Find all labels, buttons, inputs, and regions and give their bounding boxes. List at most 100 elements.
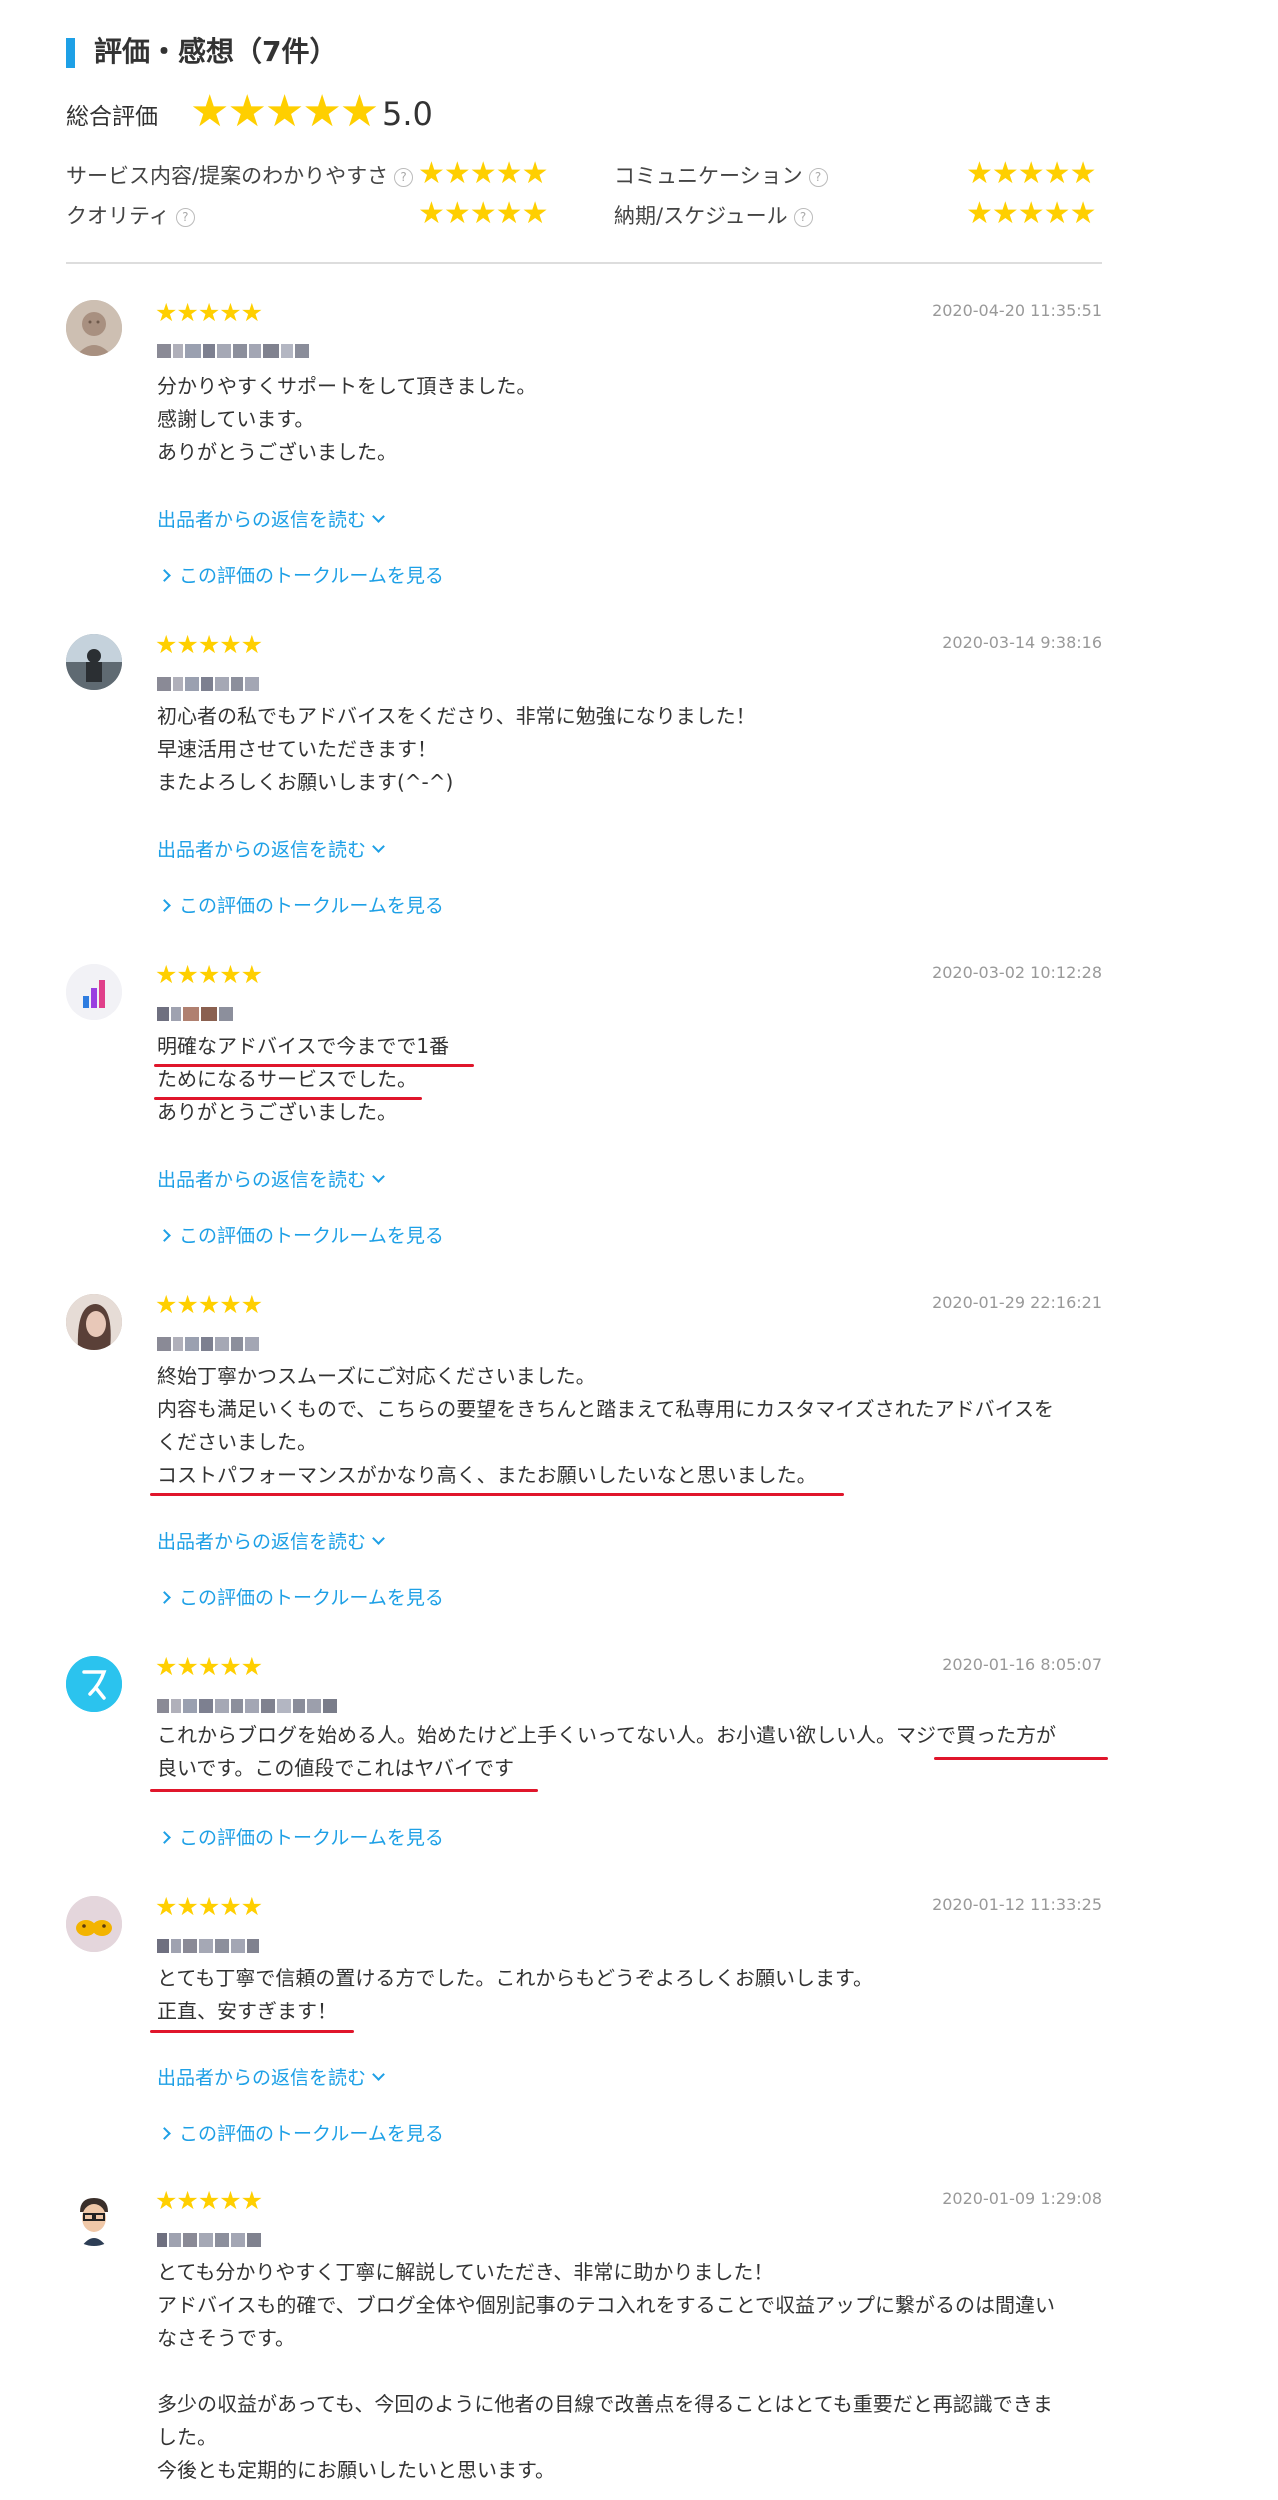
avatar[interactable]	[66, 1896, 122, 1952]
reviewer-name-blurred[interactable]	[157, 1337, 259, 1351]
link-label: 出品者からの返信を読む	[157, 1169, 367, 1191]
highlight-underline	[154, 1064, 474, 1067]
bar-chart-icon	[66, 964, 122, 1020]
talkroom-link[interactable]: この評価のトークルームを見る	[158, 892, 444, 920]
review-stars: ★★★★★	[155, 1290, 263, 1319]
reviewer-name-blurred[interactable]	[157, 677, 259, 691]
chevron-right-icon	[158, 1229, 171, 1242]
highlight-underline	[150, 1789, 538, 1792]
overall-score: 5.0	[382, 95, 433, 133]
highlight-underline	[150, 2030, 354, 2033]
criteria-text: コミュニケーション	[614, 164, 803, 188]
criteria-text: クオリティ	[66, 204, 170, 228]
review-text: 初心者の私でもアドバイスをくださり、非常に勉強になりました！ 早速活用させていた…	[157, 704, 756, 794]
link-label: 出品者からの返信を読む	[157, 839, 367, 861]
section-title: 評価・感想（7件）	[94, 35, 338, 68]
criteria-label-schedule: 納期/スケジュール?	[614, 200, 813, 232]
read-reply-link[interactable]: 出品者からの返信を読む	[157, 836, 385, 864]
reviews-section: 評価・感想（7件） 総合評価 ★★★★★ 5.0 サービス内容/提案のわかりやす…	[0, 0, 1278, 2500]
review-text: 分かりやすくサポートをして頂きました。 感謝しています。 ありがとうございました…	[157, 374, 537, 464]
chevron-right-icon	[158, 899, 171, 912]
chevron-down-icon	[372, 1532, 385, 1545]
help-icon[interactable]: ?	[394, 168, 414, 187]
chevron-right-icon	[158, 569, 171, 582]
review-stars: ★★★★★	[155, 630, 263, 659]
review-text: とても丁寧で信頼の置ける方でした。これからもどうぞよろしくお願いします。 正直、…	[157, 1966, 873, 2023]
read-reply-link[interactable]: 出品者からの返信を読む	[157, 506, 385, 534]
help-icon[interactable]: ?	[808, 168, 828, 187]
review-text: 明確なアドバイスで今までで1番 ためになるサービスでした。 ありがとうございまし…	[157, 1034, 450, 1124]
reviewer-name-blurred[interactable]	[157, 1007, 233, 1021]
talkroom-link[interactable]: この評価のトークルームを見る	[158, 1222, 444, 1250]
criteria-text: サービス内容/提案のわかりやすさ	[66, 164, 389, 188]
link-label: 出品者からの返信を読む	[157, 1531, 367, 1553]
criteria-stars-schedule: ★★★★★	[966, 196, 1096, 231]
criteria-label-quality: クオリティ?	[66, 200, 195, 232]
reviewer-name-blurred[interactable]	[157, 2233, 261, 2247]
help-icon[interactable]: ?	[175, 208, 195, 227]
highlight-underline	[154, 1097, 422, 1100]
review-date: 2020-04-20 11:35:51	[932, 301, 1102, 320]
review-text: 終始丁寧かつスムーズにご対応くださいました。 内容も満足いくもので、こちらの要望…	[157, 1364, 1054, 1487]
divider	[66, 262, 1102, 264]
reviewer-name-blurred[interactable]	[157, 1939, 259, 1953]
read-reply-link[interactable]: 出品者からの返信を読む	[157, 2064, 385, 2092]
review-date: 2020-01-29 22:16:21	[932, 1293, 1102, 1312]
review-stars: ★★★★★	[155, 1652, 263, 1681]
review-stars: ★★★★★	[155, 298, 263, 327]
chevron-down-icon	[372, 1170, 385, 1183]
link-label: 出品者からの返信を読む	[157, 2067, 367, 2089]
criteria-stars-clarity: ★★★★★	[418, 156, 548, 191]
criteria-stars-quality: ★★★★★	[418, 196, 548, 231]
chevron-down-icon	[372, 2068, 385, 2081]
chevron-down-icon	[372, 510, 385, 523]
chevron-down-icon	[372, 840, 385, 853]
reviewer-name-blurred[interactable]	[157, 344, 309, 358]
overall-star-rating: ★★★★★	[190, 86, 379, 137]
talkroom-link[interactable]: この評価のトークルームを見る	[158, 2120, 444, 2148]
read-reply-link[interactable]: 出品者からの返信を読む	[157, 1528, 385, 1556]
review-text: とても分かりやすく丁寧に解説していただき、非常に助かりました！ アドバイスも的確…	[157, 2260, 1055, 2482]
avatar-illustration-icon	[66, 2190, 122, 2246]
chevron-right-icon	[158, 1831, 171, 1844]
avatar[interactable]	[66, 300, 122, 356]
criteria-label-communication: コミュニケーション?	[614, 160, 828, 192]
avatar-face-icon	[66, 300, 122, 356]
review-text: これからブログを始める人。始めたけど上手くいってない人。お小遣い欲しい人。マジで…	[157, 1723, 1056, 1780]
link-label: 出品者からの返信を読む	[157, 509, 367, 531]
avatar-photo-icon	[66, 1294, 122, 1350]
reviewer-name-blurred[interactable]	[157, 1699, 337, 1713]
chevron-right-icon	[158, 1591, 171, 1604]
avatar[interactable]	[66, 1294, 122, 1350]
criteria-text: 納期/スケジュール	[614, 204, 788, 228]
highlight-underline	[934, 1757, 1108, 1760]
review-stars: ★★★★★	[155, 1892, 263, 1921]
review-date: 2020-01-09 1:29:08	[942, 2189, 1102, 2208]
review-date: 2020-03-14 9:38:16	[942, 633, 1102, 652]
link-label: この評価のトークルームを見る	[179, 2123, 444, 2145]
review-date: 2020-01-12 11:33:25	[932, 1895, 1102, 1914]
link-label: この評価のトークルームを見る	[179, 1827, 444, 1849]
avatar[interactable]	[66, 1656, 122, 1712]
highlight-underline	[150, 1493, 844, 1496]
read-reply-link[interactable]: 出品者からの返信を読む	[157, 1166, 385, 1194]
criteria-stars-communication: ★★★★★	[966, 156, 1096, 191]
review-stars: ★★★★★	[155, 2186, 263, 2215]
title-accent-bar	[66, 38, 75, 68]
avatar-illustration-icon	[66, 1896, 122, 1952]
review-date: 2020-03-02 10:12:28	[932, 963, 1102, 982]
avatar[interactable]	[66, 964, 122, 1020]
avatar[interactable]	[66, 2190, 122, 2246]
talkroom-link[interactable]: この評価のトークルームを見る	[158, 562, 444, 590]
avatar[interactable]	[66, 634, 122, 690]
link-label: この評価のトークルームを見る	[179, 1225, 444, 1247]
link-label: この評価のトークルームを見る	[179, 895, 444, 917]
help-icon[interactable]: ?	[793, 208, 813, 227]
overall-rating-label: 総合評価	[66, 104, 158, 130]
link-label: この評価のトークルームを見る	[179, 1587, 444, 1609]
letter-avatar-icon	[66, 1656, 122, 1712]
talkroom-link[interactable]: この評価のトークルームを見る	[158, 1584, 444, 1612]
talkroom-link[interactable]: この評価のトークルームを見る	[158, 1824, 444, 1852]
review-date: 2020-01-16 8:05:07	[942, 1655, 1102, 1674]
avatar-photo-icon	[66, 634, 122, 690]
